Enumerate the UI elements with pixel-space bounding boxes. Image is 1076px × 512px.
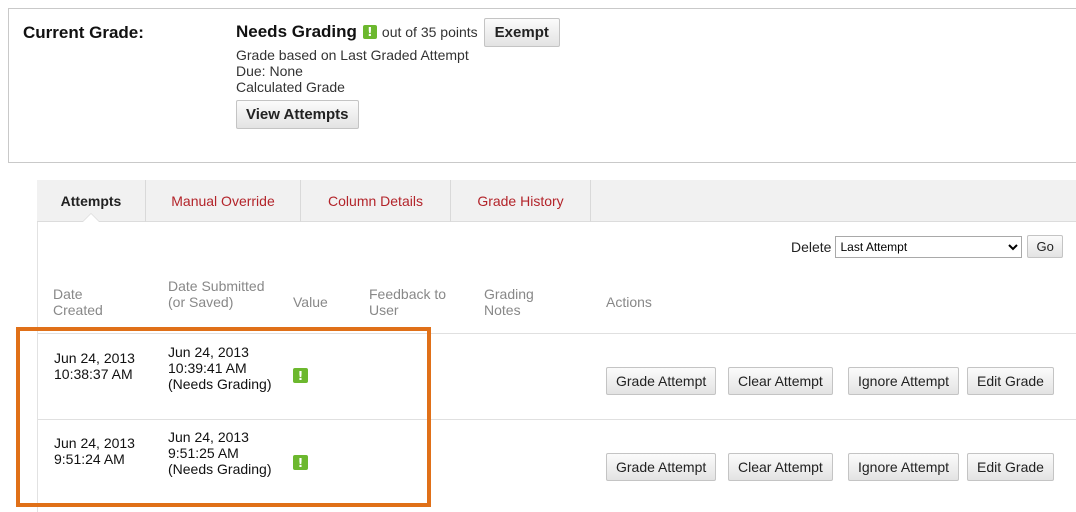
needs-grading-icon: ! (293, 455, 308, 470)
ignore-attempt-button[interactable]: Ignore Attempt (848, 453, 960, 481)
current-grade-status-row: Needs Grading ! out of 35 points Exempt (236, 17, 560, 47)
delete-label: Delete (791, 238, 832, 255)
tab-attempts[interactable]: Attempts (37, 180, 146, 223)
ignore-attempt-button[interactable]: Ignore Attempt (848, 367, 960, 395)
current-grade-label: Current Grade: (23, 23, 144, 42)
current-grade-panel: Current Grade: Needs Grading ! out of 35… (8, 8, 1076, 163)
tab-attempts-label: Attempts (60, 193, 122, 209)
calculated-grade-label: Calculated Grade (236, 79, 345, 95)
clear-attempt-button[interactable]: Clear Attempt (728, 367, 833, 395)
header-feedback: Feedback to User (369, 286, 447, 318)
grade-attempt-button[interactable]: Grade Attempt (606, 367, 717, 395)
row-divider (38, 419, 1076, 420)
grade-attempt-button[interactable]: Grade Attempt (606, 453, 717, 481)
header-date-created: Date Created (53, 286, 103, 318)
attempts-panel: Delete Last Attempt Go Date Created Date… (37, 222, 1076, 512)
tab-manual-override[interactable]: Manual Override (146, 180, 301, 222)
tab-bar: Attempts Manual Override Column Details … (37, 180, 1076, 223)
points-possible: out of 35 points (381, 24, 478, 40)
delete-toolbar: Delete Last Attempt Go (791, 235, 1063, 258)
header-value: Value (293, 294, 328, 310)
header-date-submitted: Date Submitted (or Saved) (168, 278, 265, 310)
cell-date-created: Jun 24, 2013 9:51:24 AM (54, 435, 135, 467)
exempt-button[interactable]: Exempt (483, 17, 560, 47)
needs-grading-icon: ! (293, 368, 308, 383)
tab-manual-override-label: Manual Override (171, 193, 275, 209)
edit-grade-button[interactable]: Edit Grade (967, 367, 1054, 395)
tab-column-details[interactable]: Column Details (301, 180, 451, 222)
cell-date-created: Jun 24, 2013 10:38:37 AM (54, 350, 135, 382)
header-divider (38, 333, 1076, 334)
needs-grading-icon: ! (362, 25, 377, 39)
cell-date-submitted: Jun 24, 2013 9:51:25 AM (Needs Grading) (168, 429, 272, 477)
header-actions: Actions (606, 294, 652, 310)
grade-basis: Grade based on Last Graded Attempt (236, 47, 469, 63)
delete-attempt-select[interactable]: Last Attempt (835, 235, 1023, 258)
tab-grade-history-label: Grade History (477, 193, 564, 209)
current-grade-details: Needs Grading ! out of 35 points Exempt … (236, 17, 560, 129)
go-button[interactable]: Go (1027, 235, 1063, 258)
header-grading-notes: Grading Notes (484, 286, 534, 318)
view-attempts-button[interactable]: View Attempts (236, 100, 359, 129)
cell-date-submitted: Jun 24, 2013 10:39:41 AM (Needs Grading) (168, 344, 272, 392)
tab-grade-history[interactable]: Grade History (451, 180, 591, 222)
tab-column-details-label: Column Details (328, 193, 423, 209)
clear-attempt-button[interactable]: Clear Attempt (728, 453, 833, 481)
grade-status-text: Needs Grading (236, 22, 357, 41)
due-date: Due: None (236, 63, 303, 79)
edit-grade-button[interactable]: Edit Grade (967, 453, 1054, 481)
